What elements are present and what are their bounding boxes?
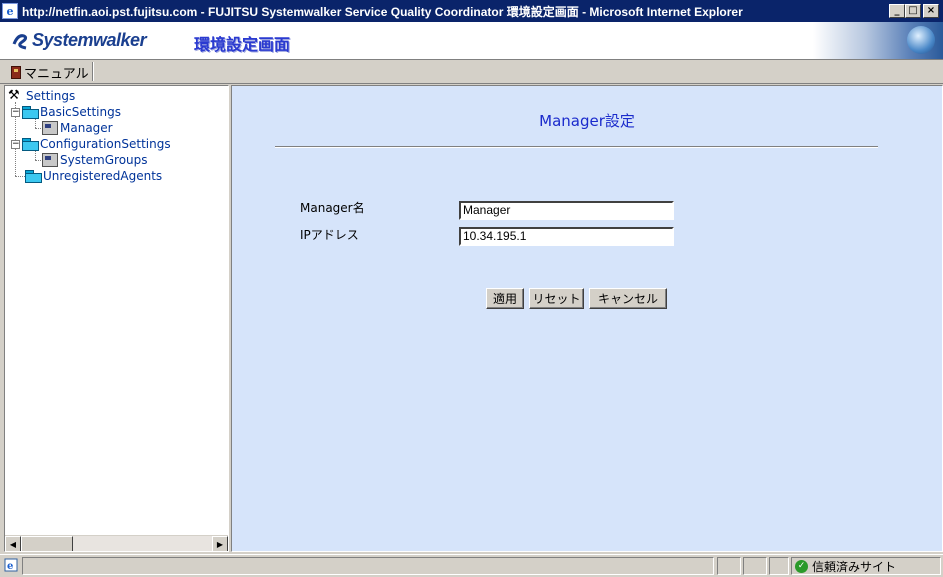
tree-item-label: SystemGroups [60, 153, 148, 167]
tree-item-label: UnregisteredAgents [43, 169, 163, 183]
folder-icon [22, 106, 39, 119]
globe-icon [907, 26, 935, 54]
scroll-left-button[interactable]: ◀ [5, 536, 21, 551]
cancel-button[interactable]: キャンセル [589, 288, 667, 309]
tree-item-settings[interactable]: ⚒ Settings [8, 88, 75, 104]
status-panel [22, 557, 714, 575]
zone-label: 信頼済みサイト [812, 559, 897, 574]
collapse-icon[interactable]: − [11, 139, 20, 149]
book-icon [11, 66, 21, 79]
toolbar-separator [92, 62, 94, 81]
window-controls: _ □ × [889, 4, 939, 18]
security-zone[interactable]: ✓ 信頼済みサイト [791, 557, 941, 575]
collapse-icon[interactable]: − [11, 107, 20, 117]
toolbar: マニュアル [0, 60, 943, 84]
manual-label: マニュアル [24, 67, 89, 82]
tree-item-label: Settings [26, 89, 76, 103]
close-button[interactable]: × [923, 4, 939, 18]
ip-address-input[interactable]: 10.34.195.1 [459, 227, 674, 246]
tools-icon: ⚒ [8, 88, 20, 103]
app-title: 環境設定画面 [194, 35, 291, 54]
folder-icon [25, 170, 42, 183]
window-titlebar[interactable]: e http://netfin.aoi.pst.fujitsu.com - FU… [0, 0, 943, 22]
tree-item-system-groups[interactable]: SystemGroups [42, 152, 148, 168]
logo-text: Systemwalker [32, 30, 147, 50]
divider [275, 146, 878, 148]
status-panel [743, 557, 767, 575]
manager-settings-pane: Manager設定 Manager名 Manager IPアドレス 10.34.… [231, 85, 943, 552]
tree-item-configuration-settings[interactable]: − ConfigurationSettings [11, 136, 171, 152]
internet-explorer-icon: e [2, 3, 18, 19]
page-icon: e [4, 558, 18, 572]
maximize-button[interactable]: □ [905, 4, 921, 18]
tree-item-label: Manager [60, 121, 113, 135]
page-title: Manager設定 [539, 112, 635, 130]
apply-button[interactable]: 適用 [486, 288, 524, 309]
scroll-thumb[interactable] [21, 536, 73, 551]
svg-text:e: e [7, 561, 13, 572]
systemwalker-logo-icon [12, 33, 28, 49]
status-panel [769, 557, 789, 575]
minimize-button[interactable]: _ [889, 4, 905, 18]
manager-name-label: Manager名 [300, 201, 365, 215]
manual-link[interactable]: マニュアル [11, 63, 89, 82]
tree-item-basic-settings[interactable]: − BasicSettings [11, 104, 121, 120]
app-banner: Systemwalker 環境設定画面 [0, 22, 943, 60]
ip-address-label: IPアドレス [300, 228, 359, 242]
settings-tree-pane: ⚒ Settings − BasicSettings Manager − Con… [4, 85, 229, 552]
status-bar: e ✓ 信頼済みサイト [0, 554, 943, 577]
reset-button[interactable]: リセット [529, 288, 584, 309]
tree-line [15, 176, 25, 177]
tree-item-label: BasicSettings [40, 105, 121, 119]
folder-icon [22, 138, 39, 151]
scroll-right-button[interactable]: ▶ [212, 536, 228, 551]
trusted-check-icon: ✓ [795, 559, 808, 573]
system-groups-icon [42, 153, 58, 167]
tree-item-unregistered-agents[interactable]: UnregisteredAgents [25, 168, 162, 184]
banner-decoration [813, 22, 943, 59]
systemwalker-logo: Systemwalker [12, 30, 147, 51]
status-panel [717, 557, 741, 575]
tree-item-manager[interactable]: Manager [42, 120, 113, 136]
tree-item-label: ConfigurationSettings [40, 137, 171, 151]
window-title: http://netfin.aoi.pst.fujitsu.com - FUJI… [22, 4, 743, 19]
manager-name-input[interactable]: Manager [459, 201, 674, 220]
horizontal-scrollbar[interactable]: ◀ ▶ [5, 535, 228, 551]
manager-icon [42, 121, 58, 135]
